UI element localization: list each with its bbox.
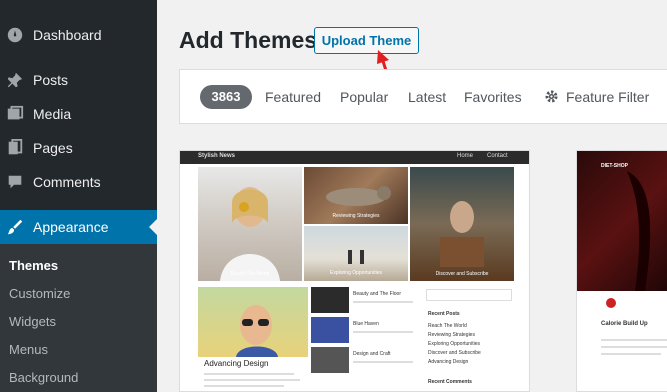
text-line (204, 373, 294, 375)
text-line (601, 346, 667, 348)
tile-caption: Exploring Opportunities (330, 270, 382, 276)
active-indicator (149, 219, 157, 235)
sidebar-item-label: Media (33, 106, 72, 122)
appearance-submenu: Themes Customize Widgets Menus Backgroun… (0, 244, 157, 392)
tile-caption: Discover and Subscribe (435, 271, 489, 277)
preview-logo: DIET-SHOP (601, 163, 628, 169)
preview-hero: DIET-SHOP (577, 151, 667, 291)
preview-image-sunglasses (198, 287, 308, 357)
submenu-item-background[interactable]: Background (9, 370, 78, 385)
post-title: Blue Haven (353, 321, 379, 327)
feature-filter-button[interactable]: Feature Filter (566, 89, 649, 105)
post-thumb (311, 347, 349, 373)
preview-sidebar-link: Reviewing Strategies (428, 332, 475, 338)
submenu-item-widgets[interactable]: Widgets (9, 314, 56, 329)
tab-latest[interactable]: Latest (408, 89, 446, 105)
preview-nav-home: Home (457, 153, 474, 159)
diet-shop-illustration (627, 171, 651, 291)
sidebar-item-posts[interactable]: Posts (0, 63, 157, 97)
preview-sidebar-heading: Recent Posts (428, 311, 460, 317)
sidebar-item-media[interactable]: Media (0, 97, 157, 131)
preview-site-title: Stylish News (198, 153, 236, 159)
preview-image-cat: Reviewing Strategies (304, 167, 408, 224)
preview-sidebar-link: Reach The World (428, 323, 467, 329)
preview-sidebar-link: Advancing Design (428, 359, 469, 365)
sidebar-item-label: Pages (33, 140, 73, 156)
post-title: Beauty and The Floor (353, 291, 401, 297)
product-icon (606, 298, 616, 308)
post-title: Design and Craft (353, 351, 391, 357)
preview-header: Stylish News Home Contact (180, 151, 529, 164)
pages-icon (8, 139, 23, 155)
text-line (353, 361, 413, 363)
sidebar-item-label: Comments (33, 174, 101, 190)
pin-icon (7, 72, 23, 88)
media-icon (7, 105, 24, 120)
tile-caption: Reach The World (230, 271, 270, 277)
brush-icon (7, 219, 23, 235)
preview-nav-contact: Contact (487, 153, 508, 159)
tab-favorites[interactable]: Favorites (464, 89, 522, 105)
theme-card[interactable]: Stylish News Home Contact Reach The Worl… (179, 150, 530, 392)
sidebar-item-pages[interactable]: Pages (0, 131, 157, 165)
tab-popular[interactable]: Popular (340, 89, 388, 105)
preview-image-woman: Reach The World (198, 167, 302, 281)
submenu-item-menus[interactable]: Menus (9, 342, 48, 357)
post-thumb (311, 287, 349, 313)
sidebar-item-label: Dashboard (33, 27, 102, 43)
submenu-item-customize[interactable]: Customize (9, 286, 70, 301)
dashboard-icon (7, 27, 23, 43)
theme-count-badge: 3863 (200, 85, 252, 109)
preview-product-title: Calorie Build Up (601, 321, 648, 327)
preview-sidebar-link: Discover and Subscribe (428, 350, 481, 356)
text-line (601, 353, 661, 355)
theme-card[interactable]: DIET-SHOP Calorie Build Up (576, 150, 667, 392)
preview-sidebar-link: Exploring Opportunities (428, 341, 480, 347)
submenu-item-themes[interactable]: Themes (9, 258, 58, 273)
gear-icon (545, 90, 558, 103)
preview-featured-title: Advancing Design (204, 359, 269, 368)
page-title: Add Themes (179, 27, 318, 53)
tile-caption: Reviewing Strategies (332, 213, 380, 219)
admin-sidebar: Dashboard Posts Media Pages Comments App… (0, 0, 157, 392)
text-line (601, 339, 667, 341)
text-line (353, 301, 413, 303)
tab-featured[interactable]: Featured (265, 89, 321, 105)
text-line (204, 379, 300, 381)
sidebar-item-comments[interactable]: Comments (0, 165, 157, 199)
sidebar-item-label: Posts (33, 72, 69, 88)
text-line (353, 331, 413, 333)
preview-image-sitting: Discover and Subscribe (410, 167, 514, 281)
comments-icon (8, 175, 22, 189)
preview-image-couple: Exploring Opportunities (304, 226, 408, 281)
text-line (204, 385, 284, 387)
preview-sidebar-heading: Recent Comments (428, 379, 472, 385)
sidebar-item-appearance[interactable]: Appearance (0, 210, 157, 244)
sitting-illustration (440, 201, 484, 267)
sunglasses-illustration (236, 305, 278, 357)
portrait-illustration (220, 187, 280, 281)
post-thumb (311, 317, 349, 343)
sidebar-item-dashboard[interactable]: Dashboard (0, 18, 157, 52)
sidebar-item-label: Appearance (33, 219, 109, 235)
preview-search-box (426, 289, 512, 301)
